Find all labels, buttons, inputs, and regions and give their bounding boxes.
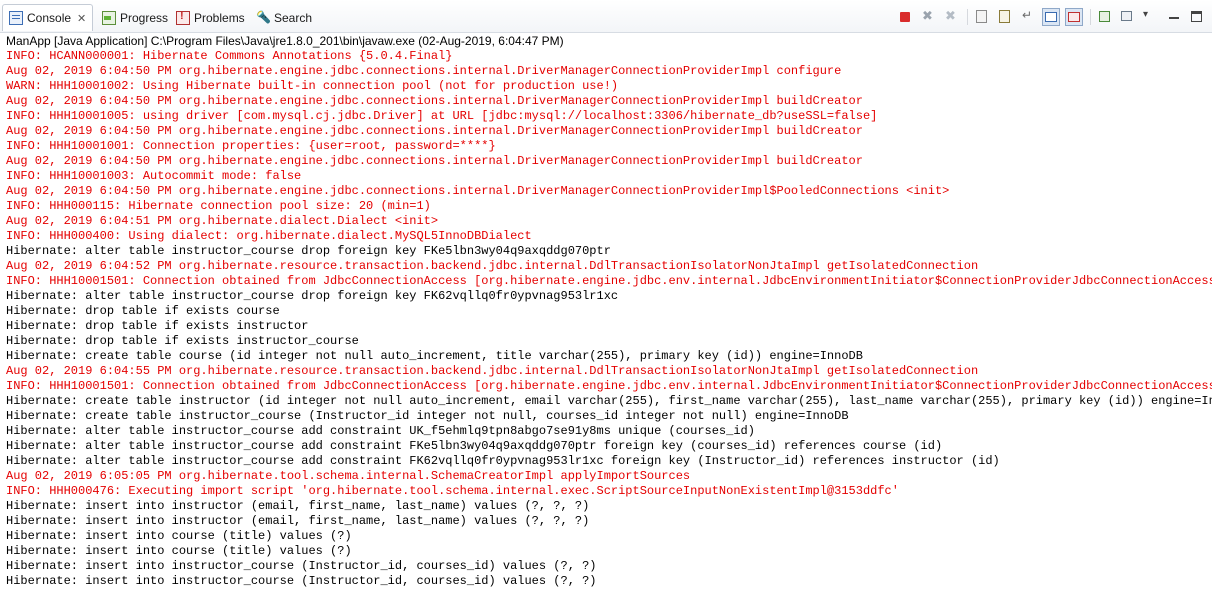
- console-line: Hibernate: alter table instructor_course…: [6, 244, 611, 258]
- show-console-on-stderr-icon[interactable]: [1065, 8, 1083, 26]
- console-line: Hibernate: insert into course (title) va…: [6, 529, 352, 543]
- console-line: Hibernate: create table course (id integ…: [6, 349, 863, 363]
- tab-search[interactable]: Search: [256, 4, 312, 31]
- launch-description: ManApp [Java Application] C:\Program Fil…: [6, 34, 564, 48]
- tab-search-label: Search: [274, 10, 313, 25]
- console-line: INFO: HHH10001005: using driver [com.mys…: [6, 109, 878, 123]
- tab-progress-label: Progress: [120, 10, 169, 25]
- terminate-icon[interactable]: [896, 8, 914, 26]
- progress-icon: [102, 10, 116, 25]
- console-line: Hibernate: alter table instructor_course…: [6, 424, 755, 438]
- console-line: Hibernate: drop table if exists instruct…: [6, 319, 309, 333]
- console-line: Hibernate: insert into instructor_course…: [6, 574, 597, 588]
- display-selected-console-icon[interactable]: [1119, 8, 1137, 26]
- console-line: Aug 02, 2019 6:04:50 PM org.hibernate.en…: [6, 124, 863, 138]
- clear-console-icon[interactable]: [973, 8, 991, 26]
- console-line: Aug 02, 2019 6:05:05 PM org.hibernate.to…: [6, 469, 691, 483]
- console-line: WARN: HHH10001002: Using Hibernate built…: [6, 79, 619, 93]
- console-line: INFO: HHH10001501: Connection obtained f…: [6, 274, 1212, 288]
- console-line: Hibernate: insert into instructor_course…: [6, 559, 597, 573]
- console-line: INFO: HHH000115: Hibernate connection po…: [6, 199, 431, 213]
- console-line: INFO: HHH10001001: Connection properties…: [6, 139, 496, 153]
- console-line: Aug 02, 2019 6:04:51 PM org.hibernate.di…: [6, 214, 439, 228]
- problems-icon: [176, 10, 190, 25]
- pin-console-icon[interactable]: [1096, 8, 1114, 26]
- console-line: Hibernate: alter table instructor_course…: [6, 289, 619, 303]
- console-line: INFO: HHH10001501: Connection obtained f…: [6, 379, 1212, 393]
- console-line: INFO: HHH10001003: Autocommit mode: fals…: [6, 169, 302, 183]
- maximize-icon[interactable]: [1188, 8, 1206, 26]
- console-line: Hibernate: alter table instructor_course…: [6, 454, 1000, 468]
- tab-progress[interactable]: Progress: [102, 4, 168, 31]
- close-icon[interactable]: ✕: [77, 12, 86, 25]
- search-icon: [256, 10, 271, 25]
- remove-launch-icon[interactable]: [919, 8, 937, 26]
- console-line: Hibernate: insert into instructor (email…: [6, 499, 590, 513]
- chevron-down-icon[interactable]: [1142, 8, 1160, 26]
- console-line: Hibernate: insert into instructor (email…: [6, 514, 590, 528]
- console-line: Hibernate: drop table if exists course: [6, 304, 280, 318]
- console-line: Hibernate: create table instructor (id i…: [6, 394, 1212, 408]
- console-output[interactable]: INFO: HCANN000001: Hibernate Commons Ann…: [0, 49, 1212, 602]
- tab-problems-label: Problems: [194, 10, 245, 25]
- console-icon: [9, 11, 23, 25]
- console-line: Aug 02, 2019 6:04:50 PM org.hibernate.en…: [6, 154, 863, 168]
- console-line: Aug 02, 2019 6:04:52 PM org.hibernate.re…: [6, 259, 979, 273]
- console-line: Hibernate: create table instructor_cours…: [6, 409, 849, 423]
- tab-problems[interactable]: Problems: [176, 4, 245, 31]
- tab-console-label: Console: [27, 11, 72, 25]
- view-tab-bar: Console ✕ Progress Problems Search: [0, 0, 1212, 33]
- console-line: Hibernate: alter table instructor_course…: [6, 439, 943, 453]
- console-line: Aug 02, 2019 6:04:55 PM org.hibernate.re…: [6, 364, 979, 378]
- word-wrap-icon[interactable]: [1019, 8, 1037, 26]
- scroll-lock-icon[interactable]: [996, 8, 1014, 26]
- show-console-on-stdout-icon[interactable]: [1042, 8, 1060, 26]
- minimize-icon[interactable]: [1165, 8, 1183, 26]
- toolbar-separator: [1090, 9, 1091, 25]
- remove-all-terminated-icon[interactable]: [942, 8, 960, 26]
- console-line: INFO: HHH000476: Executing import script…: [6, 484, 899, 498]
- toolbar-separator: [967, 9, 968, 25]
- tab-console[interactable]: Console ✕: [2, 4, 94, 31]
- console-line: Aug 02, 2019 6:04:50 PM org.hibernate.en…: [6, 64, 842, 78]
- console-line: Hibernate: drop table if exists instruct…: [6, 334, 359, 348]
- console-line: INFO: HCANN000001: Hibernate Commons Ann…: [6, 49, 453, 63]
- console-line: Hibernate: insert into course (title) va…: [6, 544, 352, 558]
- console-toolbar: [891, 8, 1206, 26]
- console-line: INFO: HHH000400: Using dialect: org.hibe…: [6, 229, 532, 243]
- console-line: Aug 02, 2019 6:04:50 PM org.hibernate.en…: [6, 184, 950, 198]
- console-line: Aug 02, 2019 6:04:50 PM org.hibernate.en…: [6, 94, 863, 108]
